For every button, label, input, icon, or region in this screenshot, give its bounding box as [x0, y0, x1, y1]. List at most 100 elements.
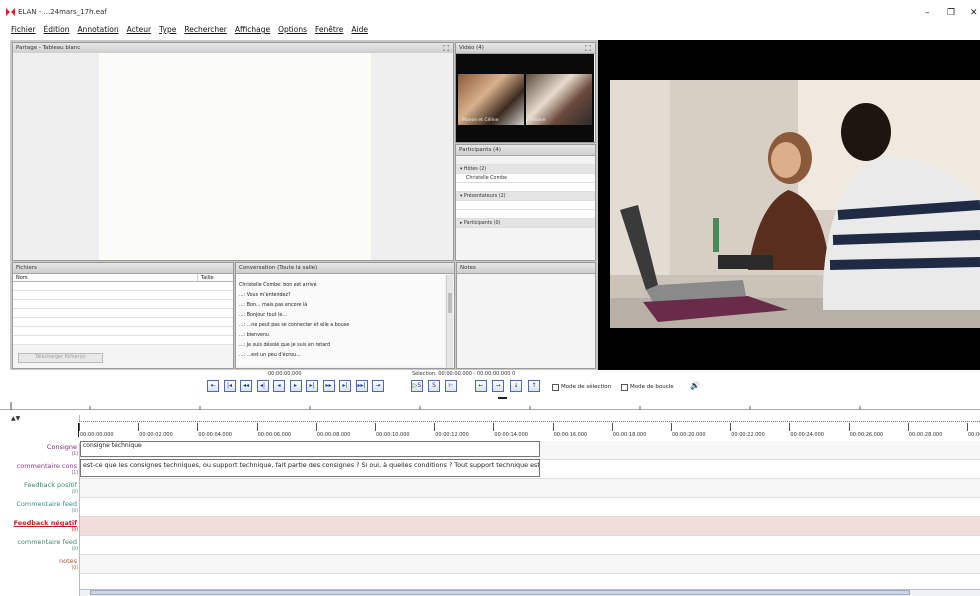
whiteboard-canvas[interactable] — [99, 53, 371, 260]
participants-panel: Participants (4) ▾ Hôtes (2) Christelle C… — [455, 144, 596, 261]
media-control-button[interactable]: ▸| — [339, 380, 351, 392]
media-control-button[interactable]: ◂ — [273, 380, 285, 392]
tier-row[interactable] — [80, 555, 980, 574]
menu-fichier[interactable]: Fichier — [11, 25, 36, 37]
participant-row[interactable] — [456, 210, 595, 219]
participant-row[interactable] — [456, 183, 595, 192]
menu-affichage[interactable]: Affichage — [235, 25, 270, 37]
media-control-button[interactable]: ▸ — [289, 380, 302, 392]
selection-control-button[interactable]: ↓ — [510, 380, 522, 392]
minimize-button[interactable]: – — [925, 8, 930, 18]
tier-row[interactable] — [80, 536, 980, 555]
media-control-button[interactable]: |◂ — [223, 380, 236, 392]
tier-annotation-count: [0] — [71, 566, 78, 571]
menu-fenetre[interactable]: Fenêtre — [315, 25, 343, 37]
menu-acteur[interactable]: Acteur — [127, 25, 152, 37]
files-title: Fichiers — [16, 265, 37, 271]
media-control-button[interactable]: ⇤ — [207, 380, 219, 392]
selection-control-button[interactable]: → — [492, 380, 504, 392]
maximize-button[interactable]: ❐ — [947, 8, 955, 18]
menu-options[interactable]: Options — [278, 25, 307, 37]
selection-mode-checkbox[interactable] — [552, 384, 559, 391]
chat-message: ...: ...ne peut pas se connecter et elle… — [239, 323, 350, 328]
chat-message: ...: Vous m'entendez? — [239, 293, 291, 298]
media-control-button[interactable]: ◂◂ — [240, 380, 252, 392]
ruler-tick-label: 00:00:10.000 — [376, 432, 410, 438]
tier-row[interactable] — [80, 479, 980, 498]
participant-row[interactable] — [456, 156, 595, 165]
loop-mode-checkbox[interactable] — [621, 384, 628, 391]
chat-transcript: Christelle Combe: bon est arrivé ...: Vou… — [236, 274, 444, 366]
file-row — [13, 300, 233, 309]
upload-file-button[interactable]: Télécharger fichier(s) — [18, 353, 103, 363]
expand-icon[interactable]: ⛶ — [585, 43, 591, 54]
selection-control-button[interactable]: ⊢ — [445, 380, 457, 392]
tier-label[interactable]: Consigne — [8, 443, 80, 451]
close-button[interactable]: ✕ — [970, 8, 978, 18]
menu-aide[interactable]: Aide — [351, 25, 368, 37]
overview-ruler[interactable] — [0, 402, 980, 410]
tier-row[interactable] — [80, 517, 980, 536]
participant-row[interactable]: ▾ Présentateurs (2) — [456, 192, 595, 201]
thumb-label-1: Manon et Céline — [462, 118, 499, 123]
elan-app-icon — [6, 8, 15, 16]
tier-annotation-count: [1] — [71, 452, 78, 457]
menu-edition[interactable]: Édition — [44, 25, 70, 37]
media-control-button[interactable]: ⇥ — [372, 380, 384, 392]
video-player[interactable] — [598, 40, 980, 370]
timeline-scrollbar[interactable] — [80, 589, 980, 596]
ruler-tick-label: 00:00:14.000 — [494, 432, 528, 438]
tier-menu-icon[interactable]: ▲▼ — [8, 415, 20, 422]
selection-control-button[interactable]: S — [428, 380, 440, 392]
participant-row[interactable]: ▾ Hôtes (2) — [456, 165, 595, 174]
media-control-button[interactable]: ▸▸ — [322, 380, 335, 392]
video-thumb-2[interactable]: Albane — [526, 74, 592, 125]
tier-label[interactable]: Feedback positif — [8, 481, 80, 489]
chat-scrollbar[interactable] — [446, 275, 453, 368]
ruler-tick — [730, 423, 732, 431]
ruler-tick — [848, 423, 850, 431]
tier-label[interactable]: commentaire cons — [8, 462, 80, 470]
file-row — [13, 291, 233, 300]
media-control-button[interactable]: ◂| — [256, 380, 269, 392]
menu-annotation[interactable]: Annotation — [77, 25, 118, 37]
participants-list: ▾ Hôtes (2) Christelle Combe ▾ Présentateu… — [456, 156, 595, 228]
menu-type[interactable]: Type — [159, 25, 176, 37]
time-ruler[interactable]: 00:00:00.000 00:00:02.000 00:00:04.000 00:0… — [79, 421, 980, 443]
volume-icon[interactable]: 🔊 — [690, 381, 700, 390]
ruler-tick — [315, 423, 317, 431]
ruler-tick-label: 00:00:02.000 — [139, 432, 173, 438]
video-thumb-1[interactable]: Manon et Céline — [458, 74, 524, 125]
playhead-marker[interactable] — [498, 397, 507, 399]
annotation-commentaire[interactable]: est-ce que les consignes techniques, ou … — [80, 459, 540, 477]
ruler-tick-label: 00:00:28.000 — [908, 432, 943, 438]
tier-label[interactable]: Feedback négatif — [8, 519, 80, 527]
participants-header: Participants (4) — [456, 145, 595, 156]
ruler-tick-label: 00:00:08.000 — [316, 432, 351, 438]
menu-rechercher[interactable]: Rechercher — [184, 25, 226, 37]
col-size[interactable]: Taille — [198, 274, 214, 281]
participant-row[interactable] — [456, 201, 595, 210]
selection-control-button[interactable]: ← — [475, 380, 487, 392]
ruler-tick-label: 00:00:06.000 — [257, 432, 292, 438]
overview-ticks — [10, 402, 861, 410]
tier-label[interactable]: Commentaire feed — [8, 500, 80, 508]
selection-control-button[interactable]: ▷S — [411, 380, 423, 392]
tier-row[interactable] — [80, 498, 980, 517]
annotation-consigne[interactable]: consigne technique — [80, 441, 540, 457]
selection-control-button[interactable]: ↑ — [528, 380, 540, 392]
participant-row[interactable]: Christelle Combe — [456, 174, 595, 183]
whiteboard-margin-right — [371, 53, 453, 260]
media-control-button[interactable]: ▸▸| — [355, 380, 368, 392]
files-table-header: Nom Taille — [13, 274, 233, 282]
tier-label[interactable]: notes — [8, 557, 80, 565]
participant-row[interactable]: ▸ Participants (0) — [456, 219, 595, 228]
chat-message: ...: Bon... mais pas encore là — [239, 303, 308, 308]
notes-header: Notes — [457, 263, 595, 274]
ruler-tick — [79, 423, 80, 431]
media-control-button[interactable]: ▸| — [306, 380, 318, 392]
tier-label[interactable]: commentaire feed — [8, 538, 80, 546]
file-row — [13, 318, 233, 327]
col-name[interactable]: Nom — [13, 274, 198, 281]
ruler-tick — [611, 423, 613, 431]
